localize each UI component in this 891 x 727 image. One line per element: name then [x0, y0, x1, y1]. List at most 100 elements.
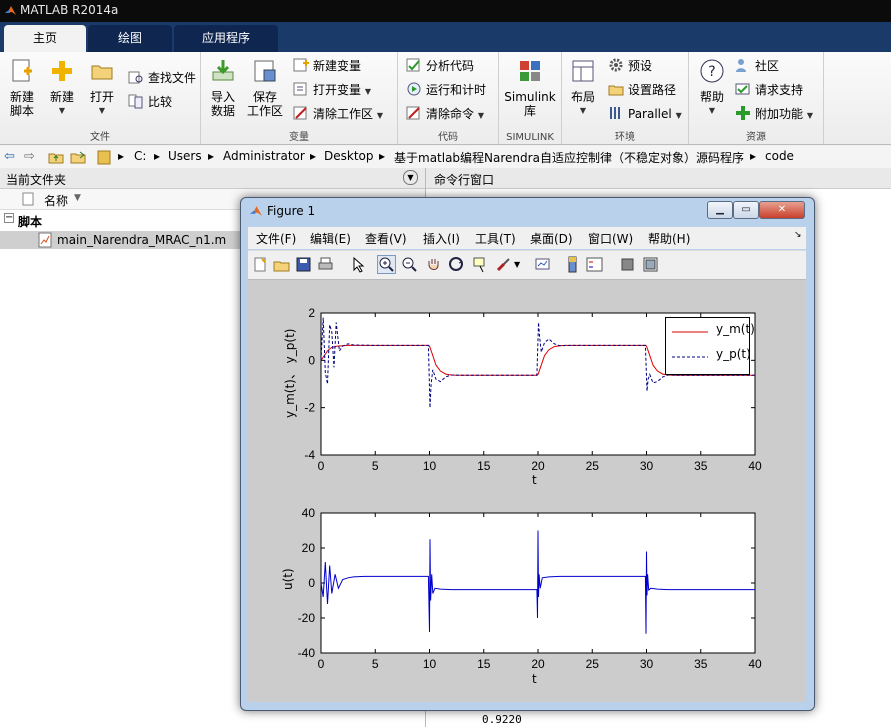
- minimize-icon: ▁: [716, 204, 724, 215]
- gear-icon: [609, 58, 623, 72]
- open-variable-button[interactable]: 打开变量 ▼: [293, 80, 371, 100]
- print-icon[interactable]: [317, 256, 334, 273]
- save-icon[interactable]: [295, 256, 312, 273]
- help-label: 帮助: [699, 90, 724, 104]
- breadcrumb-item[interactable]: code: [765, 149, 794, 163]
- minimize-button[interactable]: ▁: [707, 201, 733, 219]
- menu-edit[interactable]: 编辑(E): [310, 230, 351, 247]
- breadcrumb-item[interactable]: Administrator: [223, 149, 305, 163]
- tab-plots[interactable]: 绘图: [88, 25, 172, 52]
- code-group-name: 代码: [438, 132, 458, 143]
- figure-window: Figure 1 ▁ ▭ ✕ 文件(F) 编辑(E) 查看(V) 插入(I) 工…: [240, 197, 815, 711]
- parallel-button[interactable]: Parallel ▼: [608, 104, 682, 124]
- zoom-out-icon[interactable]: [401, 256, 418, 273]
- resources-group: ? 帮助 ▼ 社区 请求支持 附加功能 ▼ 资源: [689, 52, 824, 144]
- svg-text:?: ?: [708, 64, 715, 80]
- new-figure-icon[interactable]: [252, 256, 269, 273]
- menu-tools[interactable]: 工具(T): [475, 230, 516, 247]
- chevron-down-icon[interactable]: ▼: [514, 256, 531, 273]
- menu-window[interactable]: 窗口(W): [588, 230, 633, 247]
- import-data-icon: [212, 60, 234, 81]
- zoom-in-icon[interactable]: [377, 255, 396, 274]
- set-path-button[interactable]: 设置路径: [608, 80, 676, 100]
- dock-arrow-icon[interactable]: ↘: [794, 230, 802, 240]
- figure-toolbar: ▼: [248, 250, 806, 280]
- open-file-icon[interactable]: [273, 256, 290, 273]
- request-support-button[interactable]: 请求支持: [735, 80, 803, 100]
- scripts-section-label: 脚本: [18, 215, 43, 229]
- legend-label-ym: y_m(t): [716, 322, 755, 336]
- set-path-label: 设置路径: [628, 83, 677, 97]
- save-workspace-icon: [254, 60, 276, 82]
- addons-icon: [736, 106, 750, 120]
- chevron-down-icon: ▼: [806, 111, 813, 120]
- folder-icon: [91, 65, 113, 80]
- import-data-button[interactable]: 导入 数据: [205, 58, 241, 118]
- file-group-name: 文件: [90, 132, 110, 143]
- colorbar-icon[interactable]: [564, 256, 581, 273]
- x-tick-label: 20: [531, 459, 545, 473]
- breadcrumb-item[interactable]: C:: [134, 149, 146, 163]
- new-variable-button[interactable]: 新建变量: [293, 56, 361, 76]
- layout-button[interactable]: 布局 ▼: [566, 58, 600, 118]
- link-plot-icon[interactable]: [534, 256, 551, 273]
- toolstrip-tabs: 主页 绘图 应用程序: [0, 22, 891, 52]
- compare-button[interactable]: 比较: [128, 92, 172, 112]
- chevron-down-icon: ▼: [477, 111, 484, 120]
- preferences-button[interactable]: 预设: [608, 56, 652, 76]
- open-variable-icon: [293, 82, 307, 96]
- menu-desktop[interactable]: 桌面(D): [530, 230, 573, 247]
- help-button[interactable]: ? 帮助 ▼: [695, 58, 729, 118]
- chevron-down-icon: ▼: [98, 106, 106, 115]
- figure-title: Figure 1: [267, 204, 316, 218]
- simulink-library-icon: [520, 61, 540, 81]
- chevron-down-icon: ▼: [58, 106, 66, 115]
- save-workspace-button[interactable]: 保存 工作区: [245, 58, 285, 118]
- analyze-code-button[interactable]: 分析代码: [406, 56, 474, 76]
- pointer-icon[interactable]: [350, 256, 367, 273]
- menu-view[interactable]: 查看(V): [365, 230, 407, 247]
- addons-button[interactable]: 附加功能 ▼: [735, 104, 813, 124]
- find-files-button[interactable]: 查找文件: [128, 68, 196, 88]
- community-button[interactable]: 社区: [735, 56, 779, 76]
- panel-actions-icon[interactable]: ▼: [403, 170, 418, 185]
- legend-icon[interactable]: [586, 256, 603, 273]
- data-cursor-icon[interactable]: [472, 256, 489, 273]
- figure-canvas[interactable]: 0 5 10 15 20 25 30 35 40 2 0 -2 -4 0 5 10 15 20 25 30 35 40 40…: [248, 280, 806, 702]
- browse-folder-icon[interactable]: [70, 149, 86, 165]
- legend[interactable]: y_m(t) y_p(t): [665, 317, 755, 375]
- forward-arrow-icon[interactable]: ⇨: [24, 149, 35, 164]
- show-plot-tools-icon[interactable]: [642, 256, 659, 273]
- run-and-time-button[interactable]: 运行和计时: [406, 80, 486, 100]
- clear-commands-icon: [406, 106, 420, 120]
- up-folder-icon[interactable]: [48, 149, 64, 165]
- x-tick-label: 0: [318, 657, 325, 671]
- clear-workspace-button[interactable]: 清除工作区 ▼: [293, 104, 383, 124]
- tab-apps[interactable]: 应用程序: [174, 25, 278, 52]
- breadcrumb-separator: ▸: [154, 149, 161, 163]
- menu-help[interactable]: 帮助(H): [648, 230, 690, 247]
- close-button[interactable]: ✕: [759, 201, 805, 219]
- name-column-header[interactable]: 名称: [44, 192, 68, 209]
- simulink-library-button[interactable]: Simulink 库: [503, 58, 557, 118]
- clear-commands-button[interactable]: 清除命令 ▼: [406, 104, 484, 124]
- breadcrumb-separator: ▸: [208, 149, 215, 163]
- menu-file[interactable]: 文件(F): [256, 230, 296, 247]
- breadcrumb-item[interactable]: Desktop: [324, 149, 374, 163]
- collapse-icon[interactable]: −: [4, 213, 14, 223]
- new-script-icon: [12, 59, 32, 82]
- new-button[interactable]: 新建 ▼: [44, 58, 80, 118]
- breadcrumb-item[interactable]: Users: [168, 149, 202, 163]
- brush-icon[interactable]: [495, 256, 512, 273]
- breadcrumb-item[interactable]: 基于matlab编程Narendra自适应控制律（不稳定对象）源码程序: [394, 149, 744, 166]
- maximize-button[interactable]: ▭: [733, 201, 759, 219]
- hide-plot-tools-icon[interactable]: [619, 256, 636, 273]
- back-arrow-icon[interactable]: ⇦: [4, 149, 15, 164]
- menu-insert[interactable]: 插入(I): [423, 230, 460, 247]
- y-tick-label: -4: [304, 448, 315, 462]
- open-button[interactable]: 打开 ▼: [84, 58, 120, 118]
- new-script-button[interactable]: 新建 脚本: [4, 58, 40, 118]
- rotate-3d-icon[interactable]: [448, 256, 465, 273]
- tab-home[interactable]: 主页: [4, 25, 86, 52]
- pan-icon[interactable]: [425, 256, 442, 273]
